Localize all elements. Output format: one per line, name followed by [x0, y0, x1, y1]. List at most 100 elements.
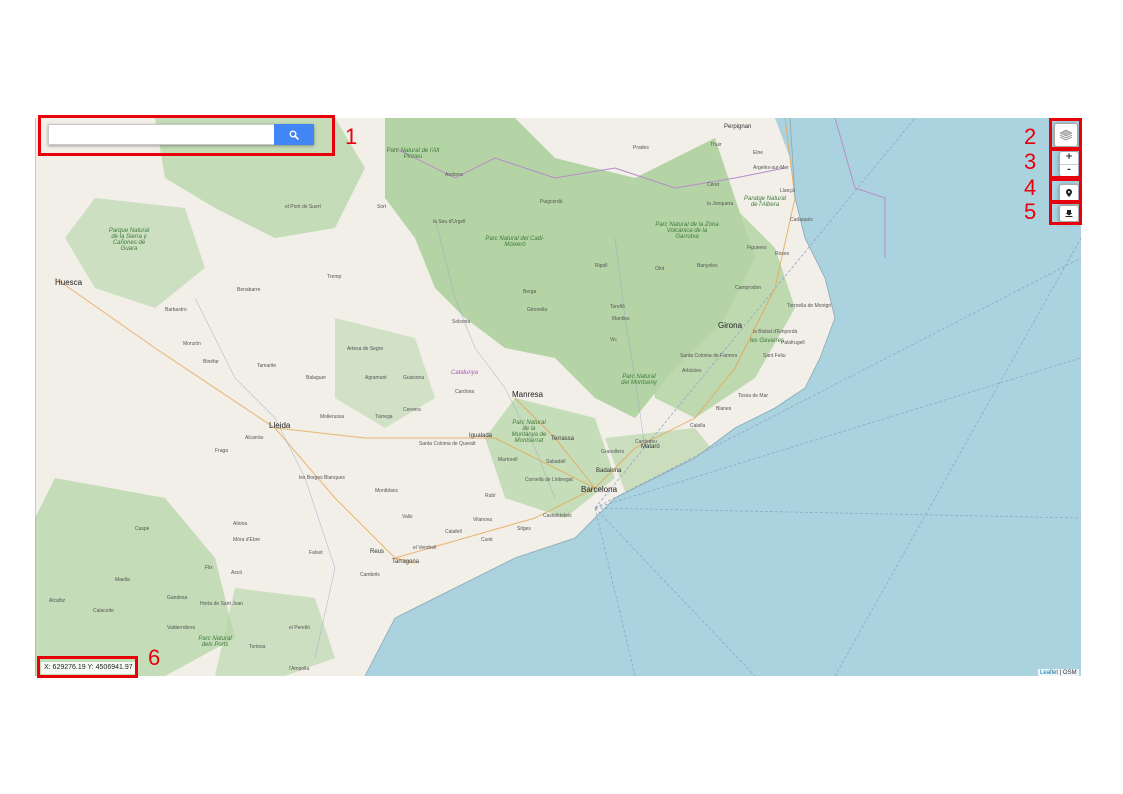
place-label: Vic — [610, 337, 617, 343]
place-label: Benabarre — [237, 287, 261, 293]
place-label: Prades — [633, 145, 649, 151]
place-label: Sabadell — [546, 459, 566, 465]
place-label: Binéfar — [203, 359, 219, 365]
callout-number: 6 — [148, 645, 161, 670]
place-label: Martorell — [498, 457, 518, 463]
place-label: Calella — [690, 423, 706, 429]
place-label: Perpignan — [724, 124, 752, 130]
park-label: Parc Natural de l'Alt Pirineu — [386, 148, 440, 160]
place-label: Arbúcies — [682, 368, 702, 374]
place-label: Móra d'Ebre — [233, 537, 261, 543]
place-label: Cardona — [455, 389, 475, 395]
map-viewport[interactable]: Perpignan Prades Thuir Elne Argelès-sur-… — [35, 118, 1081, 676]
place-label: Fraga — [215, 448, 229, 454]
park-label: Parc Natural del Cadí-Moixeró — [485, 236, 545, 248]
place-label: Mataró — [641, 444, 660, 450]
place-label: Blanes — [716, 406, 732, 412]
place-label: Gandesa — [167, 595, 188, 601]
place-label: Agramunt — [365, 375, 387, 381]
place-label: Cervera — [403, 407, 421, 413]
place-label: Monzón — [183, 341, 201, 347]
place-label: Figueres — [747, 245, 767, 251]
place-label: Torroella de Montgrí — [787, 303, 832, 309]
place-label: Céret — [707, 182, 720, 188]
place-label: Andorra — [445, 172, 463, 178]
place-label: Terrassa — [551, 436, 575, 442]
place-label: Torelló — [610, 304, 625, 310]
place-label: el Vendrell — [413, 545, 437, 551]
place-label: Valderrobres — [167, 625, 196, 631]
place-label: Sitges — [517, 526, 531, 532]
place-label: Solsona — [452, 319, 471, 325]
place-label: Maella — [115, 577, 130, 583]
place-label: Tossa de Mar — [738, 393, 769, 399]
place-label: Manlleu — [612, 316, 630, 322]
place-label: la Seu d'Urgell — [433, 219, 466, 225]
place-label: Balaguer — [306, 375, 327, 381]
place-label: Cadaqués — [790, 217, 813, 223]
place-label: Puigcerdà — [540, 199, 563, 205]
park-label: Parque Natural de la Sierra y Cañones de… — [108, 228, 150, 252]
place-label: Cornellà de Llobregat — [525, 477, 573, 483]
place-label: la Jonquera — [707, 201, 734, 207]
place-label: Berga — [523, 289, 537, 295]
place-label: les Borges Blanques — [299, 475, 345, 481]
place-label: Rubí — [485, 493, 496, 499]
callout-box-locate — [1049, 178, 1082, 203]
place-label: Huesca — [55, 278, 83, 287]
place-label: Cambrils — [360, 572, 380, 578]
place-label: Granollers — [601, 449, 625, 455]
place-label: Igualada — [469, 433, 493, 439]
place-label: el Perelló — [289, 625, 310, 631]
place-label: Artesa de Segre — [347, 346, 384, 352]
place-label: Calafell — [445, 529, 462, 535]
park-label: Parc Natural del Montseny — [621, 374, 657, 386]
place-label: Argelès-sur-Mer — [753, 165, 789, 171]
park-label: Parc Natural de la Muntanya de Montserra… — [511, 420, 547, 444]
place-label: Sant Feliu — [763, 353, 786, 359]
place-label: Guissona — [403, 375, 425, 381]
place-label: Alcañiz — [49, 598, 66, 604]
place-label: la Bisbal d'Empordà — [753, 329, 798, 335]
park-label: Paratge Natural de l'Albera — [743, 196, 787, 208]
park-label: les Gavarres — [749, 338, 784, 344]
place-label: Santa Coloma de Farners — [680, 353, 738, 359]
osm-attribution: OSM — [1062, 670, 1077, 676]
place-label: Calaceite — [93, 608, 114, 614]
callout-number: 1 — [345, 124, 358, 149]
place-label: Tarragona — [392, 559, 420, 565]
place-label: el Pont de Suert — [285, 204, 321, 210]
callout-box-search — [38, 115, 335, 156]
place-label: Alcarràs — [245, 435, 264, 441]
place-label: Castelldefels — [543, 513, 572, 519]
place-label: l'Ampolla — [289, 666, 310, 672]
callout-number: 2 — [1024, 124, 1037, 149]
place-label: Santa Coloma de Queralt — [419, 441, 476, 447]
place-label: Valls — [402, 514, 413, 520]
place-label: Tortosa — [249, 644, 266, 650]
place-label: Girona — [718, 321, 743, 330]
leaflet-link[interactable]: Leaflet — [1040, 670, 1058, 676]
region-label: Catalunya — [451, 370, 479, 376]
map-attribution: Leaflet | OSM — [1038, 669, 1079, 677]
callout-number: 4 — [1024, 175, 1037, 200]
place-label: Manresa — [512, 390, 544, 399]
place-label: Caspe — [135, 526, 150, 532]
park-label: Parc Natural dels Ports — [198, 636, 232, 648]
place-label: Elne — [753, 150, 764, 156]
callout-number: 5 — [1024, 199, 1037, 224]
place-label: Thuir — [710, 142, 722, 148]
place-label: Ripoll — [595, 263, 608, 269]
place-label: Horta de Sant Joan — [200, 601, 244, 607]
place-label: Tremp — [327, 274, 342, 280]
place-label: Cunit — [481, 537, 493, 543]
callout-box-zoom — [1049, 148, 1082, 179]
place-label: Mollerussa — [320, 414, 345, 420]
callout-box-coordinates — [37, 656, 138, 678]
place-label: Montblanc — [375, 488, 399, 494]
place-label: Barcelona — [581, 485, 618, 494]
place-label: Lleida — [269, 421, 291, 430]
place-label: Tamarite — [257, 363, 277, 369]
place-label: Aitona — [233, 521, 248, 527]
place-label: Barbastro — [165, 307, 187, 313]
